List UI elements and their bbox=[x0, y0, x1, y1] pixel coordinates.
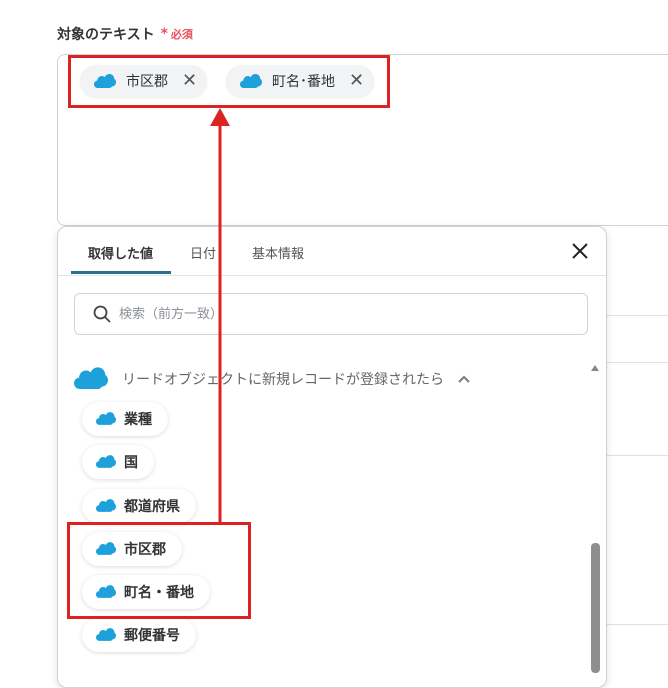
chevron-up-icon[interactable] bbox=[458, 375, 470, 383]
list-item[interactable]: 都道府県 bbox=[82, 489, 196, 523]
salesforce-cloud-icon bbox=[96, 499, 116, 512]
tab-date[interactable]: 日付 bbox=[190, 243, 216, 262]
list-item[interactable]: 業種 bbox=[82, 402, 168, 436]
highlight-box-items bbox=[67, 522, 251, 619]
list-item[interactable]: 郵便番号 bbox=[82, 618, 196, 652]
close-icon[interactable] bbox=[570, 241, 590, 261]
trigger-group-header[interactable]: リードオブジェクトに新規レコードが登録されたら bbox=[74, 367, 470, 391]
search-icon bbox=[93, 305, 111, 323]
divider bbox=[600, 455, 668, 456]
search-input[interactable] bbox=[117, 305, 541, 323]
field-label: 対象のテキスト * 必須 bbox=[57, 24, 193, 44]
search-box[interactable] bbox=[74, 293, 588, 335]
item-label: 業種 bbox=[124, 412, 152, 428]
list-item[interactable]: 国 bbox=[82, 445, 154, 479]
item-label: 国 bbox=[124, 455, 138, 471]
salesforce-cloud-icon bbox=[96, 628, 116, 641]
tab-basic-info[interactable]: 基本情報 bbox=[252, 243, 304, 262]
salesforce-cloud-icon bbox=[74, 367, 108, 390]
divider bbox=[600, 315, 668, 316]
divider bbox=[600, 624, 668, 625]
required-mark: * bbox=[160, 26, 168, 42]
salesforce-cloud-icon bbox=[96, 412, 116, 425]
group-label: リードオブジェクトに新規レコードが登録されたら bbox=[122, 372, 444, 388]
item-label: 都道府県 bbox=[124, 499, 180, 515]
item-label: 郵便番号 bbox=[124, 628, 180, 644]
salesforce-cloud-icon bbox=[96, 455, 116, 468]
required-text: 必須 bbox=[170, 28, 193, 41]
tab-bar: 取得した値 日付 基本情報 bbox=[58, 227, 606, 276]
divider bbox=[600, 362, 668, 363]
scroll-up-icon[interactable] bbox=[589, 358, 601, 377]
active-tab-indicator bbox=[71, 271, 171, 274]
highlight-box-selected bbox=[68, 55, 390, 108]
scrollbar-thumb[interactable] bbox=[591, 543, 600, 673]
tab-fetched-values[interactable]: 取得した値 bbox=[88, 243, 153, 262]
field-label-text: 対象のテキスト bbox=[57, 27, 155, 43]
